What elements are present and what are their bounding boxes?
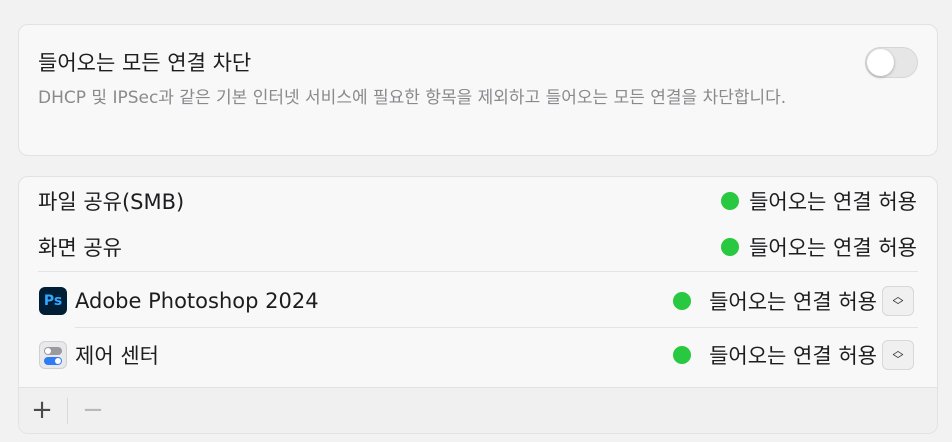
list-item[interactable]: 제어 센터 들어오는 연결 허용 ︿ ﹀ <box>19 329 937 381</box>
status-green-dot-icon <box>673 346 692 364</box>
photoshop-app-icon: Ps <box>39 287 67 315</box>
status-popup-button[interactable]: ︿ ﹀ <box>882 340 914 370</box>
add-button[interactable]: + <box>26 395 58 427</box>
block-incoming-description: DHCP 및 IPSec과 같은 기본 인터넷 서비스에 필요한 항목을 제외하… <box>38 88 787 108</box>
chevron-down-icon: ﹀ <box>892 299 904 312</box>
status-label: 들어오는 연결 허용 <box>749 190 917 214</box>
app-name: Adobe Photoshop 2024 <box>75 289 319 313</box>
connection-status: 들어오는 연결 허용 <box>673 286 877 316</box>
block-incoming-card: 들어오는 모든 연결 차단 DHCP 및 IPSec과 같은 기본 인터넷 서비… <box>18 24 938 156</box>
list-item[interactable]: Ps Adobe Photoshop 2024 들어오는 연결 허용 ︿ ﹀ <box>19 275 937 327</box>
status-label: 들어오는 연결 허용 <box>709 290 877 314</box>
status-popup-button[interactable]: ︿ ﹀ <box>882 286 914 316</box>
footer-divider <box>67 398 68 424</box>
toggle-knob <box>867 49 894 76</box>
status-label: 들어오는 연결 허용 <box>709 344 877 368</box>
status-green-dot-icon <box>673 292 692 310</box>
chevron-down-icon: ﹀ <box>892 353 904 366</box>
status-green-dot-icon <box>721 192 740 210</box>
block-incoming-toggle[interactable] <box>865 47 918 78</box>
list-item[interactable]: 파일 공유(SMB) 들어오는 연결 허용 <box>19 178 937 224</box>
connection-status: 들어오는 연결 허용 <box>673 340 877 370</box>
service-name: 파일 공유(SMB) <box>38 190 185 214</box>
service-name: 화면 공유 <box>38 236 122 260</box>
row-divider <box>75 327 918 328</box>
connection-status: 들어오는 연결 허용 <box>721 232 917 262</box>
list-footer: + − <box>19 387 937 433</box>
control-center-app-icon <box>39 341 67 369</box>
row-divider <box>38 271 918 272</box>
status-green-dot-icon <box>721 238 740 256</box>
status-label: 들어오는 연결 허용 <box>749 236 917 260</box>
list-item[interactable]: 화면 공유 들어오는 연결 허용 <box>19 224 937 270</box>
firewall-app-list: 파일 공유(SMB) 들어오는 연결 허용 화면 공유 들어오는 연결 허용 P… <box>18 176 938 434</box>
connection-status: 들어오는 연결 허용 <box>721 186 917 216</box>
remove-button[interactable]: − <box>77 395 109 427</box>
block-incoming-title: 들어오는 모든 연결 차단 <box>38 51 252 75</box>
app-name: 제어 센터 <box>75 344 159 368</box>
